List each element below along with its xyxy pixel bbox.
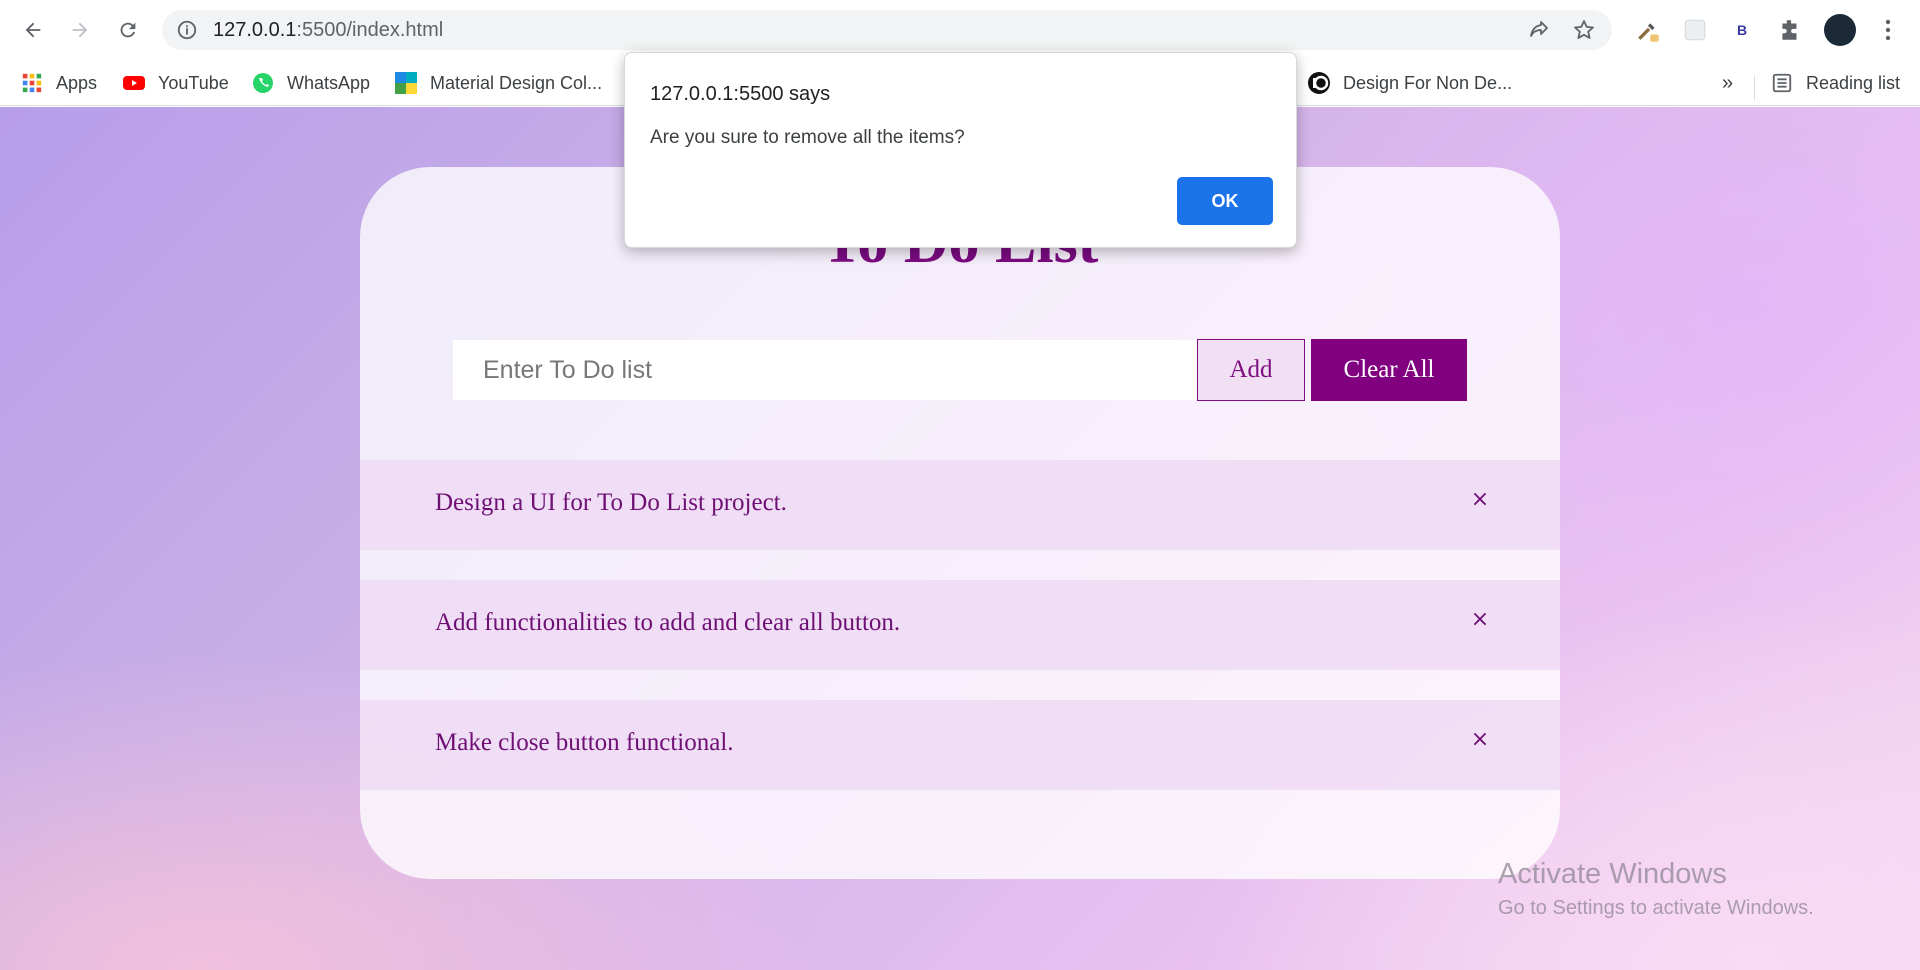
reading-list-label: Reading list [1806,72,1901,93]
forward-button[interactable] [62,12,98,48]
watermark-title: Activate Windows [1498,858,1727,890]
whatsapp-icon [251,71,275,95]
material-design-icon [394,71,418,95]
bookmarks-overflow-button[interactable]: » [1722,72,1733,95]
todo-list: Design a UI for To Do List project. × Ad… [360,460,1560,820]
todo-item-text: Design a UI for To Do List project. [435,489,787,516]
bookmark-label: Material Design Col... [430,72,603,93]
clear-all-button[interactable]: Clear All [1311,339,1467,401]
profile-avatar[interactable] [1824,14,1856,46]
todo-input[interactable] [453,340,1197,400]
add-button[interactable]: Add [1197,339,1305,401]
extension-placeholder-icon[interactable] [1679,14,1711,46]
close-icon[interactable]: × [1468,487,1492,517]
todo-item-text: Add functionalities to add and clear all… [435,609,901,636]
todo-item[interactable]: Make close button functional. × [360,700,1560,790]
reload-icon [120,22,136,38]
watermark-subtitle: Go to Settings to activate Windows. [1498,897,1814,919]
back-button[interactable] [15,12,51,48]
extension-badge: B [1736,22,1748,38]
url-host: 127.0.0.1 [213,19,297,41]
extensions-puzzle-icon[interactable] [1774,14,1806,46]
url-text[interactable]: 127.0.0.1:5500/index.html [213,19,443,42]
bookmarks-divider [1754,76,1755,100]
bookmark-label: Apps [56,72,98,93]
windows-activation-watermark: Activate Windows Go to Settings to activ… [1498,858,1814,920]
bookmark-label: YouTube [158,72,229,93]
eyedropper-extension-icon[interactable] [1632,14,1664,46]
todo-item[interactable]: Add functionalities to add and clear all… [360,580,1560,670]
bookmark-youtube[interactable]: YouTube [122,68,229,98]
close-icon[interactable]: × [1468,607,1492,637]
dialog-message: Are you sure to remove all the items? [650,127,965,148]
dialog-origin: 127.0.0.1:5500 says [650,83,831,105]
address-bar[interactable]: 127.0.0.1:5500/index.html [162,10,1612,50]
bookmark-material-design[interactable]: Material Design Col... [394,68,602,98]
close-icon[interactable]: × [1468,727,1492,757]
bookmark-star-icon[interactable] [1572,18,1596,42]
design-site-icon [1307,71,1331,95]
site-info-icon[interactable] [176,19,198,41]
apps-grid-icon [20,71,44,95]
browser-toolbar: 127.0.0.1:5500/index.html B [0,0,1920,60]
bookmark-label: WhatsApp [287,72,371,93]
arrow-right-icon [72,22,88,38]
reload-button[interactable] [110,12,146,48]
url-path: :5500/index.html [296,19,444,41]
bookmark-whatsapp[interactable]: WhatsApp [251,68,370,98]
confirm-dialog: 127.0.0.1:5500 says Are you sure to remo… [624,52,1297,248]
bookmark-label: Design For Non De... [1343,72,1513,93]
bookmark-design-for-non-designers[interactable]: Design For Non De... [1307,68,1512,98]
dialog-ok-button[interactable]: OK [1177,177,1273,225]
reading-list-icon [1770,71,1794,95]
browser-menu-icon[interactable] [1876,14,1900,46]
todo-card: To Do List Add Clear All Design a UI for… [360,167,1560,879]
reading-list-button[interactable]: Reading list [1770,68,1900,98]
todo-item[interactable]: Design a UI for To Do List project. × [360,460,1560,550]
extension-b-icon[interactable]: B [1726,14,1758,46]
todo-item-text: Make close button functional. [435,729,734,756]
youtube-icon [122,71,146,95]
bookmark-apps[interactable]: Apps [20,68,97,98]
share-icon[interactable] [1527,18,1551,42]
arrow-left-icon [25,22,41,38]
